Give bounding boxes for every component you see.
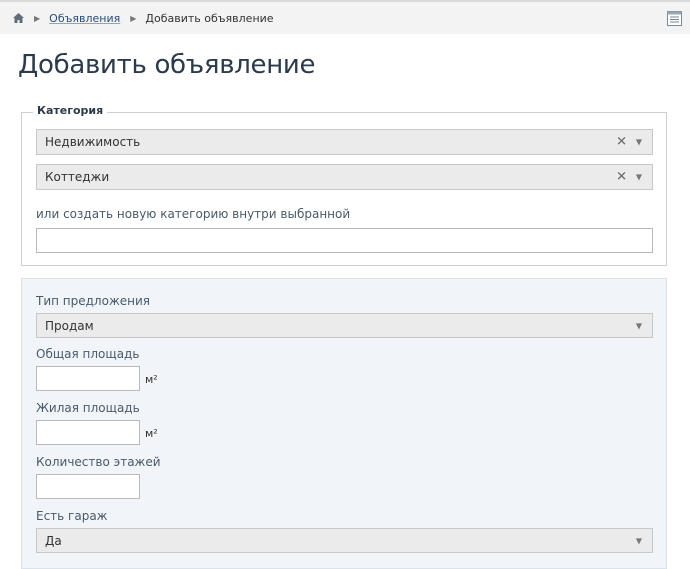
breadcrumb-link-ads[interactable]: Объявления (49, 12, 120, 25)
garage-select[interactable]: Да ▼ (36, 528, 653, 553)
chevron-down-icon[interactable]: ▼ (636, 138, 642, 147)
new-category-label: или создать новую категорию внутри выбра… (36, 207, 351, 221)
total-area-label: Общая площадь (36, 347, 140, 361)
garage-label: Есть гараж (36, 509, 108, 523)
clear-icon[interactable]: ✕ (616, 135, 627, 150)
breadcrumb: ▶ Объявления ▶ Добавить объявление (12, 2, 274, 34)
breadcrumb-current: Добавить объявление (145, 11, 274, 25)
chevron-right-icon: ▶ (130, 13, 137, 23)
category-select-value: Недвижимость (45, 135, 141, 149)
chevron-down-icon[interactable]: ▼ (636, 173, 642, 182)
clear-icon[interactable]: ✕ (616, 170, 627, 185)
chevron-right-icon: ▶ (34, 13, 41, 23)
floors-label: Количество этажей (36, 455, 161, 469)
page-title: Добавить объявление (18, 50, 316, 80)
living-area-input[interactable] (36, 420, 140, 445)
subcategory-select[interactable]: Коттеджи ✕ ▼ (36, 164, 653, 190)
offer-type-select[interactable]: Продам ▼ (36, 313, 653, 338)
grid-icon[interactable] (667, 11, 682, 26)
chevron-down-icon[interactable]: ▼ (636, 321, 642, 330)
living-area-label: Жилая площадь (36, 401, 140, 415)
home-icon[interactable] (12, 12, 24, 24)
total-area-unit: м² (145, 373, 158, 386)
breadcrumb-bar: ▶ Объявления ▶ Добавить объявление (0, 2, 690, 34)
subcategory-select-value: Коттеджи (45, 170, 110, 184)
total-area-input[interactable] (36, 366, 140, 391)
garage-value: Да (45, 533, 62, 548)
chevron-down-icon[interactable]: ▼ (636, 536, 642, 545)
living-area-unit: м² (145, 427, 158, 440)
category-legend: Категория (33, 104, 108, 117)
new-category-input[interactable] (36, 228, 653, 253)
offer-type-value: Продам (45, 318, 94, 333)
category-select[interactable]: Недвижимость ✕ ▼ (36, 129, 653, 155)
floors-input[interactable] (36, 474, 140, 499)
offer-type-label: Тип предложения (36, 294, 150, 308)
